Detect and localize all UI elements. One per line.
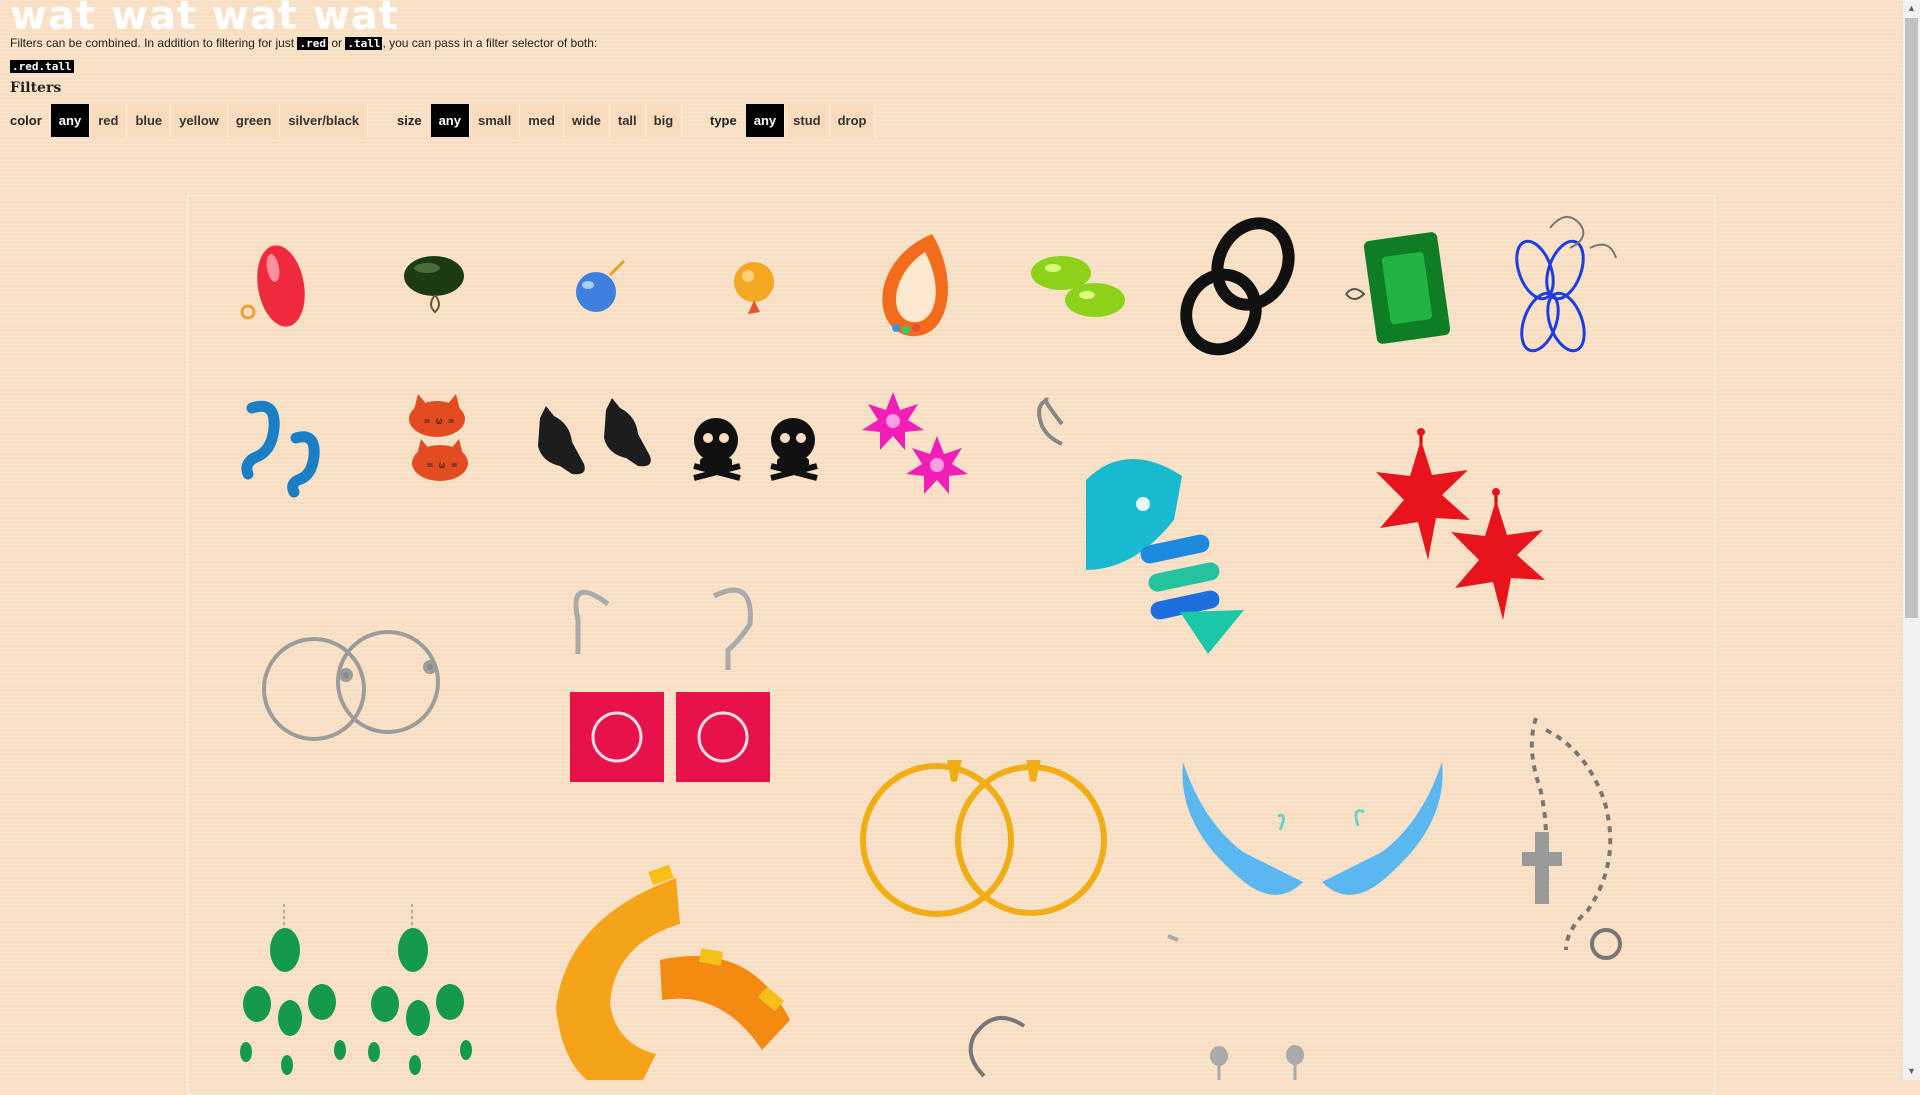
lime-green-lemon-earrings[interactable] — [1031, 256, 1125, 317]
blue-wire-flower-earring[interactable] — [1510, 216, 1617, 356]
rainbow-crescent-earring[interactable] — [882, 234, 948, 337]
orange-round-stud-earrings[interactable] — [734, 262, 774, 314]
svg-text:= ω =: = ω = — [427, 460, 457, 471]
black-cat-earrings[interactable] — [538, 398, 651, 475]
scroll-down-arrow-icon[interactable]: ▼ — [1903, 1063, 1920, 1080]
scrollbar-thumb[interactable] — [1905, 18, 1918, 618]
black-ring-earrings[interactable] — [1174, 212, 1301, 361]
magenta-flower-earrings[interactable] — [862, 392, 968, 494]
orange-cat-face-earrings[interactable]: = ω = = ω = — [409, 394, 468, 481]
silver-cross-chain-earring[interactable] — [1522, 717, 1622, 960]
green-gem-stud-earring[interactable] — [1345, 231, 1451, 344]
gallery-artwork: = ω = = ω = — [240, 212, 1622, 1080]
blue-seahorse-earrings[interactable] — [241, 400, 320, 498]
blue-wing-earrings[interactable] — [1182, 762, 1443, 895]
skull-crossbones-earrings[interactable] — [693, 418, 818, 481]
silver-hoop-earrings[interactable] — [262, 630, 440, 741]
dark-green-stud-earrings[interactable] — [404, 256, 464, 314]
scroll-up-arrow-icon[interactable]: ▲ — [1903, 0, 1920, 17]
green-emerald-chandelier-earrings[interactable] — [240, 904, 472, 1075]
vertical-scrollbar[interactable]: ▲ ▼ — [1902, 0, 1920, 1080]
red-oval-stud-earrings[interactable] — [240, 242, 311, 331]
orange-sun-spiral-earring[interactable] — [556, 864, 790, 1080]
red-maple-leaf-earrings[interactable] — [1376, 428, 1545, 620]
silver-hook-earring[interactable] — [968, 934, 1179, 1078]
svg-text:= ω =: = ω = — [424, 416, 454, 427]
blue-drop-earrings[interactable] — [576, 259, 626, 312]
silver-bead-drop-earrings[interactable] — [1210, 1045, 1304, 1080]
teal-fish-skeleton-earring[interactable] — [1037, 397, 1244, 655]
red-snowflake-drop-earrings[interactable] — [570, 587, 770, 782]
gold-hoop-earrings[interactable] — [860, 760, 1107, 917]
